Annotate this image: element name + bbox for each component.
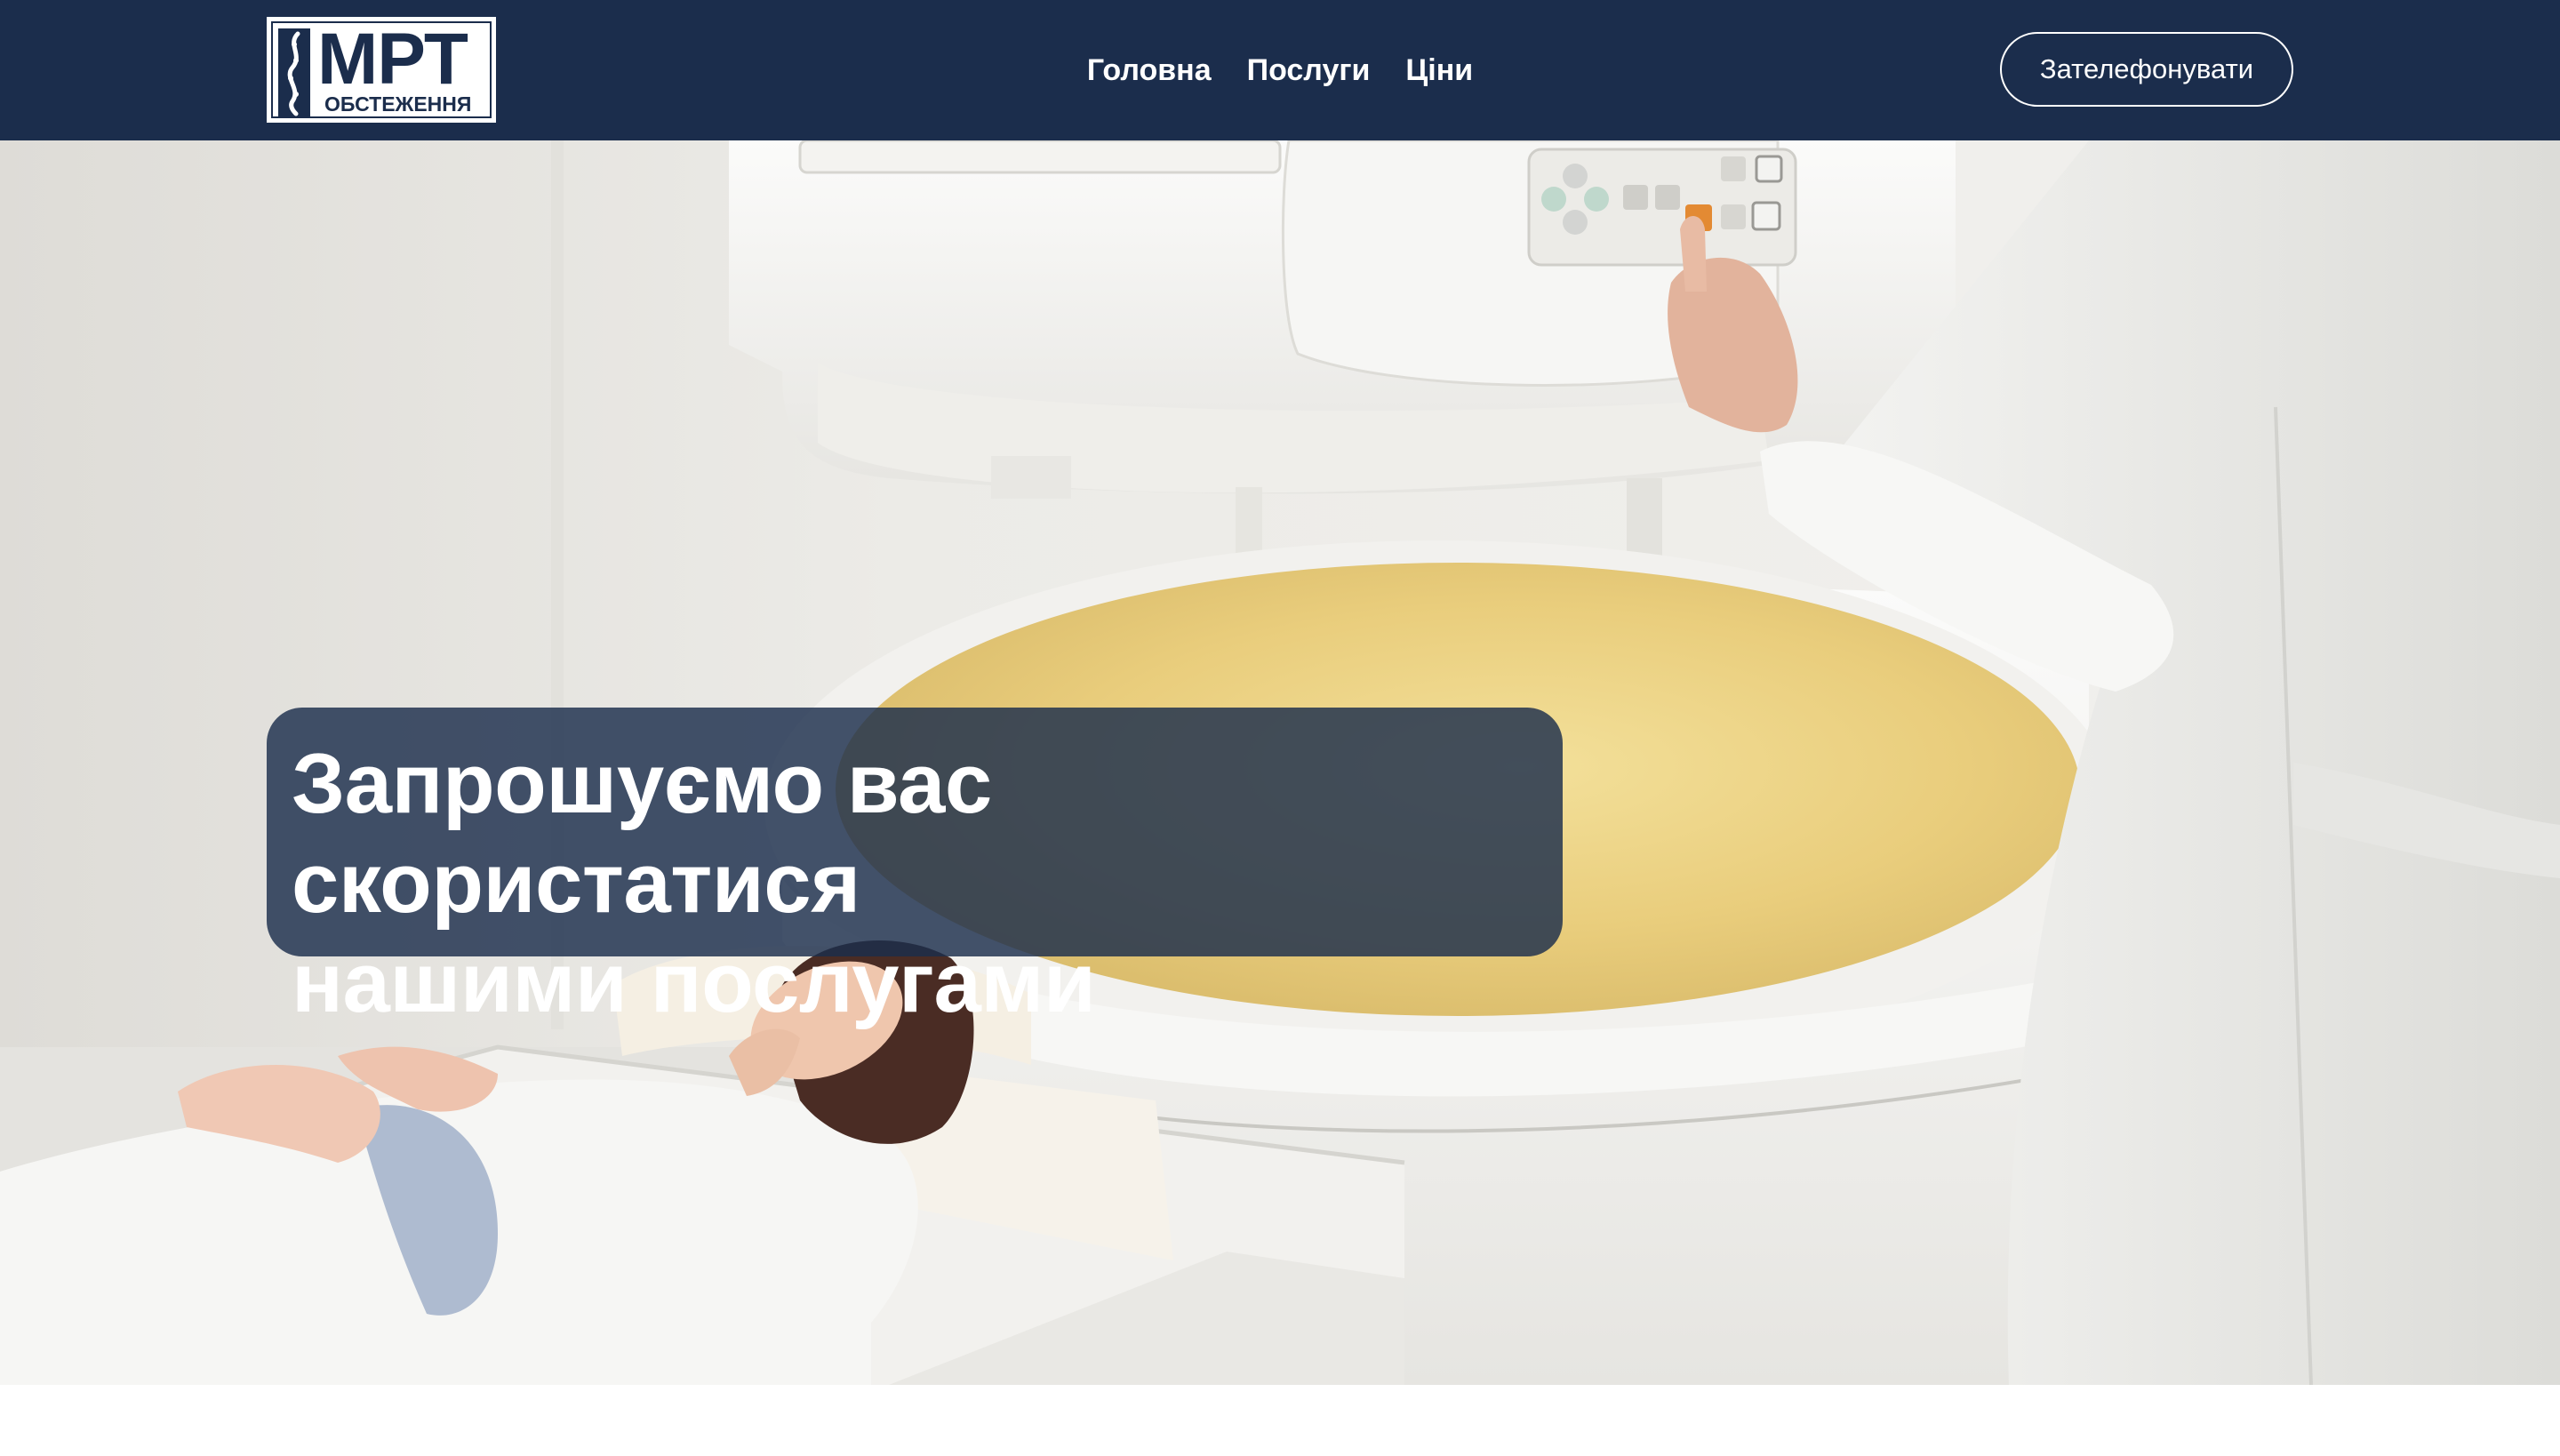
logo-subtitle: ОБСТЕЖЕННЯ xyxy=(324,92,472,116)
logo-frame: МРТ ОБСТЕЖЕННЯ xyxy=(271,19,492,118)
logo-title: МРТ xyxy=(317,19,468,100)
logo[interactable]: МРТ ОБСТЕЖЕННЯ xyxy=(267,17,496,123)
hero-section: Запрошуємо вас скористатися нашими послу… xyxy=(0,140,2560,1385)
nav-home-link[interactable]: Головна xyxy=(1087,53,1212,88)
nav-prices-link[interactable]: Ціни xyxy=(1405,53,1473,88)
headline-line-1: Запрошуємо вас скористатися xyxy=(292,736,992,931)
navbar: МРТ ОБСТЕЖЕННЯ Головна Послуги Ціни Зате… xyxy=(0,0,2560,140)
headline-line-2: нашими послугами xyxy=(292,935,1096,1030)
call-button[interactable]: Зателефонувати xyxy=(2000,32,2293,107)
nav-services-link[interactable]: Послуги xyxy=(1247,53,1371,88)
content-area xyxy=(0,1385,2560,1456)
headline-panel: Запрошуємо вас скористатися нашими послу… xyxy=(267,708,1563,1030)
hero-headline: Запрошуємо вас скористатися нашими послу… xyxy=(292,734,1563,1033)
spine-icon xyxy=(278,28,310,117)
